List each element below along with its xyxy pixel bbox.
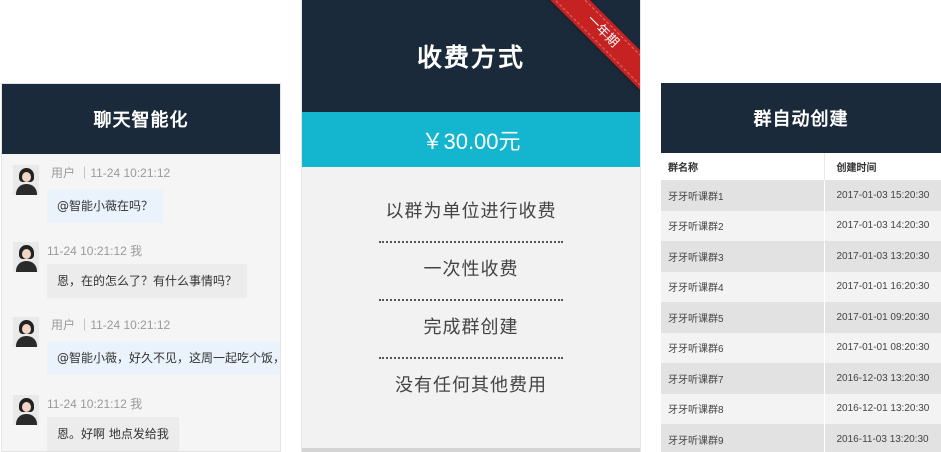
- message-meta: 用户 ｜11-24 10:21:12: [51, 318, 171, 332]
- plan-ribbon: 一年期: [535, 0, 640, 99]
- table-row[interactable]: 牙牙听课群7 2016-12-03 13:20:30: [661, 363, 941, 394]
- table-row[interactable]: 牙牙听课群9 2016-11-03 13:20:30: [661, 424, 941, 452]
- column-header-name: 群名称: [661, 153, 825, 180]
- message-meta: 11-24 10:21:12 我: [47, 397, 143, 411]
- group-name: 牙牙听课群1: [661, 180, 825, 211]
- message-bubble: @智能小薇在吗？: [47, 189, 164, 223]
- group-created-time: 2017-01-03 15:20:30: [824, 180, 941, 211]
- group-name: 牙牙听课群4: [661, 271, 825, 302]
- pricing-title: 收费方式: [416, 43, 525, 72]
- group-name: 牙牙听课群6: [661, 332, 825, 363]
- message-meta: 11-24 10:21:12 我: [47, 244, 143, 258]
- my-avatar: [13, 242, 39, 272]
- my-avatar: [13, 395, 39, 425]
- feature-item: 一次性收费: [379, 243, 563, 301]
- group-created-time: 2017-01-01 16:20:30: [824, 271, 941, 302]
- group-table: 群名称 创建时间 牙牙听课群1 2017-01-03 15:20:30 牙牙听课群…: [661, 153, 941, 452]
- feature-list: 以群为单位进行收费 一次性收费 完成群创建 没有任何其他费用: [302, 167, 640, 417]
- table-row[interactable]: 牙牙听课群6 2017-01-01 08:20:30: [661, 332, 941, 363]
- price-amount: ￥30.00元: [302, 112, 640, 167]
- chat-panel-title: 聊天智能化: [2, 84, 280, 154]
- pricing-panel: 收费方式 一年期 ￥30.00元 以群为单位进行收费 一次性收费 完成群创建 没…: [301, 0, 641, 452]
- table-header-row: 群名称 创建时间: [661, 153, 941, 180]
- table-row[interactable]: 牙牙听课群3 2017-01-03 13:20:30: [661, 241, 941, 272]
- user-avatar: [13, 165, 39, 195]
- group-name: 牙牙听课群9: [661, 424, 825, 452]
- group-panel: 群自动创建 群名称 创建时间 牙牙听课群1 2017-01-03 15:20:30…: [661, 83, 941, 452]
- group-name: 牙牙听课群7: [661, 363, 825, 394]
- group-created-time: 2016-12-01 13:20:30: [824, 393, 941, 424]
- group-created-time: 2016-11-03 13:20:30: [824, 424, 941, 452]
- group-panel-title: 群自动创建: [661, 83, 941, 153]
- group-created-time: 2017-01-01 09:20:30: [824, 302, 941, 333]
- group-name: 牙牙听课群8: [661, 393, 825, 424]
- table-row[interactable]: 牙牙听课群2 2017-01-03 14:20:30: [661, 210, 941, 241]
- column-header-time: 创建时间: [824, 153, 941, 180]
- table-row[interactable]: 牙牙听课群4 2017-01-01 16:20:30: [661, 271, 941, 302]
- pricing-header: 收费方式 一年期: [302, 0, 640, 112]
- message-bubble: @智能小薇，好久不见，这周一起吃个饭，: [47, 341, 280, 375]
- message-meta: 用户 ｜11-24 10:21:12: [51, 166, 171, 180]
- chat-message-list[interactable]: 用户 ｜11-24 10:21:12 @智能小薇在吗？ 11-24 10:21:…: [2, 154, 280, 451]
- table-row[interactable]: 牙牙听课群8 2016-12-01 13:20:30: [661, 393, 941, 424]
- message-bubble: 恩，在的怎么了？有什么事情吗？: [47, 264, 248, 298]
- feature-item: 完成群创建: [379, 301, 563, 359]
- table-row[interactable]: 牙牙听课群1 2017-01-03 15:20:30: [661, 180, 941, 211]
- group-created-time: 2016-12-03 13:20:30: [824, 363, 941, 394]
- feature-item: 没有任何其他费用: [395, 375, 547, 396]
- message-bubble: 恩。好啊 地点发给我: [47, 417, 179, 451]
- pricing-footer-bar: [302, 448, 640, 452]
- table-row[interactable]: 牙牙听课群5 2017-01-01 09:20:30: [661, 302, 941, 333]
- group-created-time: 2017-01-03 14:20:30: [824, 210, 941, 241]
- group-created-time: 2017-01-01 08:20:30: [824, 332, 941, 363]
- group-name: 牙牙听课群3: [661, 241, 825, 272]
- group-name: 牙牙听课群2: [661, 210, 825, 241]
- chat-panel: 聊天智能化 用户 ｜11-24 10:21:12 @智能小薇在吗？ 11-24 …: [1, 83, 281, 452]
- user-avatar: [13, 317, 39, 347]
- group-name: 牙牙听课群5: [661, 302, 825, 333]
- feature-item: 以群为单位进行收费: [379, 185, 563, 243]
- group-created-time: 2017-01-03 13:20:30: [824, 241, 941, 272]
